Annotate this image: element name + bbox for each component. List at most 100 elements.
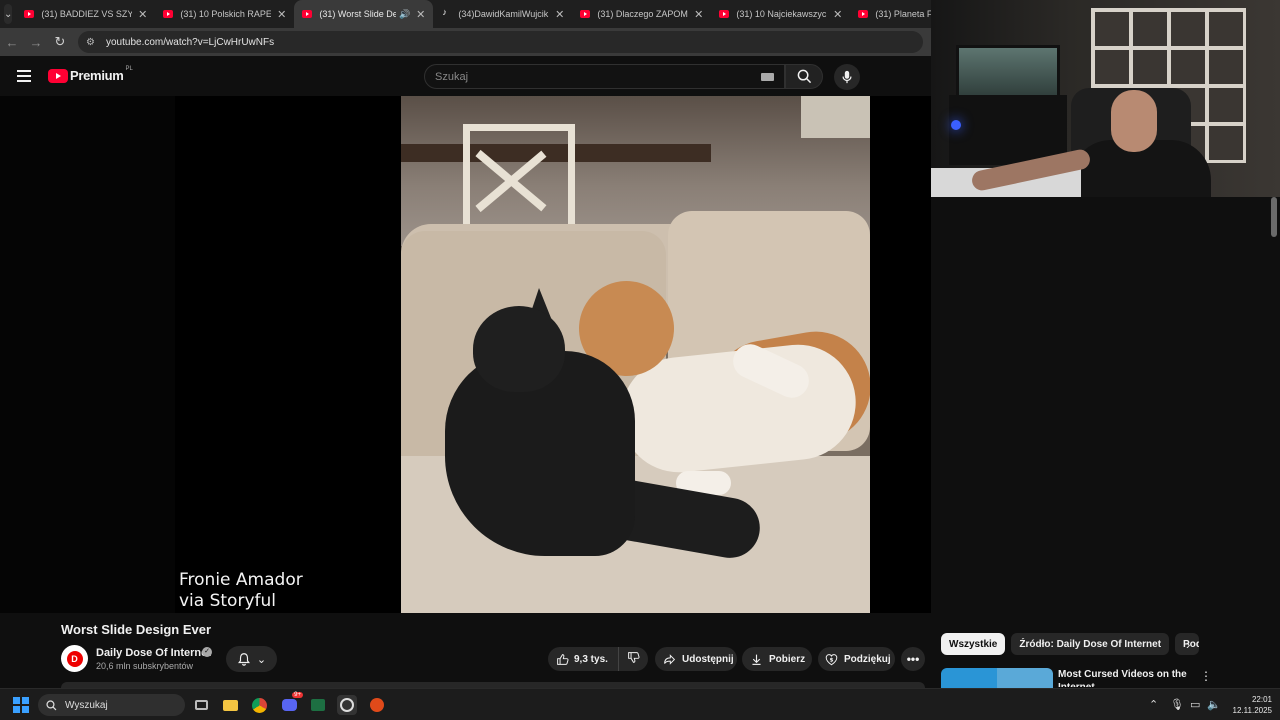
- obs-icon[interactable]: [337, 695, 357, 715]
- search-icon: [46, 699, 57, 710]
- file-explorer-icon[interactable]: [220, 695, 240, 715]
- tab-title: (31) 10 Polskich RAPERÓW: [180, 9, 272, 19]
- video-credit: Fronie Amador via Storyful: [179, 570, 303, 611]
- chevron-down-icon: ⌄: [256, 653, 267, 666]
- windows-start-icon[interactable]: [13, 697, 29, 713]
- video-player[interactable]: Fronie Amador via Storyful: [0, 96, 931, 613]
- verified-check-icon: ✓: [202, 647, 212, 657]
- tab-title: (31) Worst Slide Design: [319, 9, 396, 19]
- back-arrow-icon[interactable]: ←: [0, 35, 24, 50]
- forward-arrow-icon[interactable]: →: [24, 35, 48, 50]
- channel-avatar[interactable]: D: [61, 645, 88, 672]
- browser-tab-strip: ⌄ (31) BADDIEZ VS SZYMON ✕ (31) 10 Polsk…: [0, 0, 937, 28]
- browser-tab[interactable]: (31) 10 Najciekawszych N ✕: [711, 0, 850, 28]
- like-count: 9,3 tys.: [574, 653, 608, 665]
- tray-network-icon[interactable]: ▭: [1190, 698, 1200, 711]
- close-tab-icon[interactable]: ✕: [833, 8, 842, 21]
- browser-tab[interactable]: (31) 10 Polskich RAPERÓW ✕: [155, 0, 294, 28]
- youtube-favicon-icon: [163, 10, 174, 18]
- discord-icon[interactable]: 9+: [279, 692, 303, 715]
- search-button[interactable]: [785, 64, 823, 89]
- tiktok-favicon-icon: [441, 7, 451, 18]
- thumbs-down-icon: [628, 652, 640, 663]
- youtube-favicon-icon: [719, 10, 730, 18]
- close-tab-icon[interactable]: ✕: [555, 8, 564, 21]
- keyboard-icon[interactable]: [761, 73, 774, 81]
- browser-tab[interactable]: (34)DawidKamilWujcikFan ✕: [433, 0, 572, 28]
- url-text: youtube.com/watch?v=LjCwHrUwNFs: [106, 36, 275, 48]
- thumbs-up-icon: [557, 653, 569, 665]
- address-bar: ← → ↻ ⚙ youtube.com/watch?v=LjCwHrUwNFs: [0, 28, 931, 56]
- chrome-icon[interactable]: [249, 695, 269, 715]
- youtube-play-icon: [48, 68, 68, 83]
- youtube-masthead: Premium PL Szukaj: [0, 56, 931, 96]
- thanks-dollar-icon: $: [825, 653, 838, 665]
- channel-name[interactable]: Daily Dose Of Internet: [96, 647, 211, 659]
- close-tab-icon[interactable]: ✕: [138, 8, 147, 21]
- youtube-favicon-icon: [302, 10, 313, 18]
- tab-search-chevron-icon[interactable]: ⌄: [4, 4, 13, 24]
- browser-tab[interactable]: (31) BADDIEZ VS SZYMON ✕: [16, 0, 155, 28]
- youtube-favicon-icon: [858, 10, 869, 18]
- youtube-logo[interactable]: Premium PL: [48, 65, 133, 83]
- reload-icon[interactable]: ↻: [48, 34, 72, 50]
- clock-date: 12.11.2025: [1232, 706, 1272, 715]
- filter-chips: Wszystkie Źródło: Daily Dose Of Internet…: [941, 633, 1200, 655]
- recommendation-title[interactable]: Most Cursed Videos on the Internet: [1058, 668, 1188, 687]
- system-clock[interactable]: 22:01 12.11.2025: [1226, 694, 1272, 716]
- share-icon: [664, 653, 676, 665]
- tab-title: (31) 10 Najciekawszych N: [736, 9, 828, 19]
- speaker-icon[interactable]: 🔊: [399, 9, 410, 20]
- close-tab-icon[interactable]: ✕: [277, 8, 286, 21]
- bell-icon: [237, 653, 250, 666]
- voice-search-button[interactable]: [834, 64, 860, 90]
- logo-region: PL: [125, 65, 133, 72]
- more-actions-button[interactable]: •••: [901, 647, 925, 671]
- browser-tab-active[interactable]: (31) Worst Slide Design 🔊 ✕: [294, 0, 434, 28]
- site-settings-icon[interactable]: ⚙: [86, 37, 98, 48]
- logo-text: Premium: [70, 68, 124, 83]
- tray-chevron-up-icon[interactable]: ⌃: [1149, 698, 1158, 711]
- like-dislike-group: 9,3 tys.: [548, 647, 648, 671]
- more-vertical-icon[interactable]: ⋮: [1200, 669, 1212, 683]
- taskbar: Wyszukaj 9+ ⌃ 🎙 ▭ 🔈 22:01 12.11.2025: [0, 688, 1280, 720]
- subscription-bell-button[interactable]: ⌄: [226, 646, 277, 672]
- menu-icon[interactable]: [17, 70, 31, 82]
- download-button[interactable]: Pobierz: [742, 647, 812, 671]
- dislike-button[interactable]: [619, 651, 648, 667]
- subscriber-count: 20,6 mln subskrybentów: [96, 661, 194, 671]
- tray-volume-icon[interactable]: 🔈: [1207, 698, 1221, 711]
- excel-icon[interactable]: [308, 695, 328, 715]
- tab-title: (34)DawidKamilWujcikFan: [458, 9, 549, 19]
- like-button[interactable]: 9,3 tys.: [548, 647, 619, 671]
- chip-source[interactable]: Źródło: Daily Dose Of Internet: [1011, 633, 1170, 655]
- close-tab-icon[interactable]: ✕: [416, 8, 425, 21]
- share-button[interactable]: Udostępnij: [655, 647, 737, 671]
- close-tab-icon[interactable]: ✕: [694, 8, 703, 21]
- clock-time: 22:01: [1251, 695, 1272, 704]
- video-frame[interactable]: [401, 96, 870, 613]
- page-scrollbar[interactable]: [1271, 197, 1277, 237]
- recommendation-thumbnail[interactable]: [941, 668, 1053, 688]
- channel-logo: D: [66, 650, 83, 667]
- youtube-favicon-icon: [24, 10, 35, 18]
- search-input[interactable]: Szukaj: [424, 64, 785, 89]
- more-horizontal-icon: •••: [906, 652, 920, 666]
- browser-tab[interactable]: (31) Dlaczego ZAPOMNIA ✕: [572, 0, 711, 28]
- taskbar-search-input[interactable]: Wyszukaj: [38, 694, 185, 716]
- video-title: Worst Slide Design Ever: [61, 622, 212, 637]
- tray-microphone-icon[interactable]: 🎙: [1170, 698, 1184, 711]
- tab-title: (31) Dlaczego ZAPOMNIA: [597, 9, 688, 19]
- youtube-favicon-icon: [580, 10, 591, 18]
- search-icon: [797, 69, 811, 84]
- chevron-right-icon[interactable]: ›: [1186, 637, 1190, 652]
- chip-all[interactable]: Wszystkie: [941, 633, 1006, 655]
- search-placeholder: Szukaj: [435, 70, 469, 83]
- svg-text:$: $: [830, 657, 834, 663]
- thanks-button[interactable]: $ Podziękuj: [818, 647, 895, 671]
- microphone-icon: [842, 70, 852, 84]
- discord-badge: 9+: [292, 692, 303, 698]
- url-input[interactable]: ⚙ youtube.com/watch?v=LjCwHrUwNFs: [78, 31, 923, 53]
- red-app-icon[interactable]: [367, 695, 387, 715]
- task-view-icon[interactable]: [191, 695, 211, 715]
